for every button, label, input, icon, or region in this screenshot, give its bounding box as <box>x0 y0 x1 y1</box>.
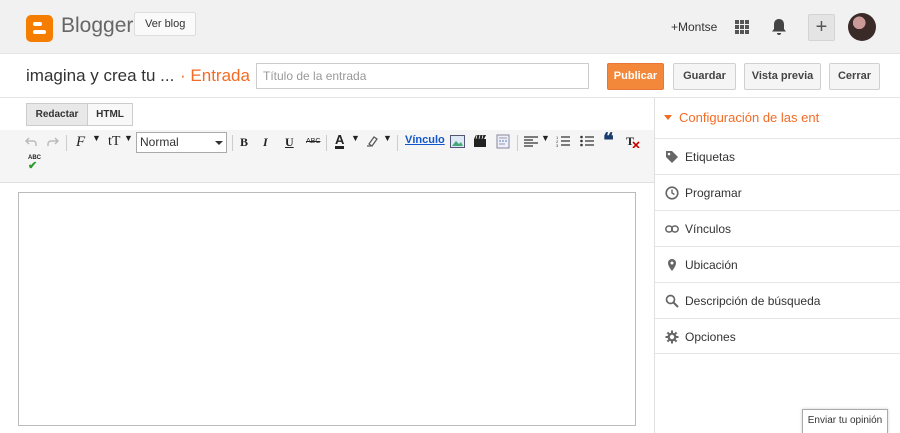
tab-compose[interactable]: Redactar <box>26 103 88 126</box>
blogger-logo-icon[interactable] <box>26 15 53 42</box>
chevron-down-icon <box>215 141 223 145</box>
italic-button[interactable]: I <box>263 135 268 150</box>
search-icon <box>665 294 679 308</box>
paragraph-format-select[interactable]: Normal <box>136 132 227 153</box>
align-arrow-icon[interactable]: ▼ <box>541 133 550 143</box>
insert-jump-break-icon[interactable] <box>496 134 510 149</box>
sidebar-item-search-description[interactable]: Descripción de búsqueda <box>655 282 900 318</box>
paragraph-format-value: Normal <box>140 135 179 149</box>
align-icon[interactable] <box>524 136 538 147</box>
highlight-arrow-icon[interactable]: ▼ <box>383 133 392 143</box>
send-feedback-button[interactable]: Enviar tu opinión <box>802 409 888 433</box>
sidebar-item-label: Vínculos <box>685 222 732 236</box>
font-size-icon[interactable]: tT <box>108 134 120 150</box>
check-icon: ✔ <box>28 160 38 172</box>
svg-text:T: T <box>626 134 634 148</box>
highlight-color-icon[interactable] <box>366 135 380 147</box>
post-title-bar: imagina y crea tu ... · Entrada Publicar… <box>0 55 900 98</box>
close-button[interactable]: Cerrar <box>829 63 880 90</box>
formatting-toolbar: F ▼ tT ▼ Normal B I U ABC A ▼ ▼ Vínculo … <box>0 130 654 183</box>
section-label: · Entrada <box>180 66 250 86</box>
publish-button[interactable]: Publicar <box>607 63 664 90</box>
sidebar-item-location[interactable]: Ubicación <box>655 246 900 282</box>
location-pin-icon <box>668 259 676 271</box>
underline-button[interactable]: U <box>285 135 294 150</box>
sidebar-item-label: Ubicación <box>685 258 738 272</box>
editor-area: Redactar HTML F ▼ tT ▼ Normal B I U ABC … <box>0 98 654 433</box>
apps-grid-icon[interactable] <box>735 20 749 34</box>
sidebar-item-label: Descripción de búsqueda <box>685 294 821 308</box>
redo-icon[interactable] <box>47 137 59 147</box>
top-bar: Blogger Ver blog +Montse + <box>0 0 900 54</box>
link-icon <box>665 225 679 233</box>
collapse-triangle-icon <box>664 115 672 120</box>
numbered-list-icon[interactable]: 123 <box>556 135 570 147</box>
bold-button[interactable]: B <box>240 135 248 150</box>
text-color-icon[interactable]: A <box>335 133 345 149</box>
strikethrough-button[interactable]: ABC <box>306 138 320 145</box>
font-dropdown-arrow-icon[interactable]: ▼ <box>92 133 101 143</box>
avatar[interactable] <box>848 13 876 41</box>
notifications-bell-icon[interactable] <box>771 18 787 36</box>
undo-icon[interactable] <box>25 137 37 147</box>
gear-icon <box>665 330 679 344</box>
share-plus-button[interactable]: + <box>808 14 835 41</box>
size-dropdown-arrow-icon[interactable]: ▼ <box>124 133 133 143</box>
svg-text:3: 3 <box>556 143 559 147</box>
insert-video-icon[interactable] <box>473 134 487 148</box>
post-settings-sidebar: Configuración de las ent Etiquetas Progr… <box>654 98 900 433</box>
sidebar-item-labels[interactable]: Etiquetas <box>655 138 900 174</box>
insert-link-button[interactable]: Vínculo <box>405 134 445 146</box>
save-button[interactable]: Guardar <box>673 63 736 90</box>
clock-icon <box>665 186 679 200</box>
sidebar-item-options[interactable]: Opciones <box>655 318 900 354</box>
sidebar-item-label: Etiquetas <box>685 150 736 164</box>
view-blog-button[interactable]: Ver blog <box>134 12 197 36</box>
post-title-input[interactable] <box>256 63 589 89</box>
bullet-list-icon[interactable] <box>580 135 594 147</box>
text-color-arrow-icon[interactable]: ▼ <box>351 133 360 143</box>
blog-name[interactable]: imagina y crea tu ... <box>26 66 174 86</box>
insert-image-icon[interactable] <box>450 135 465 148</box>
post-body-editor[interactable] <box>18 192 636 426</box>
spellcheck-button[interactable]: ABC ✔ <box>28 155 41 172</box>
tab-html[interactable]: HTML <box>87 103 133 126</box>
post-settings-header[interactable]: Configuración de las ent <box>655 98 900 138</box>
sidebar-item-schedule[interactable]: Programar <box>655 174 900 210</box>
blockquote-icon[interactable]: ❝ <box>603 130 614 152</box>
preview-button[interactable]: Vista previa <box>744 63 821 90</box>
tag-icon <box>666 151 678 163</box>
post-settings-title: Configuración de las ent <box>679 110 820 125</box>
user-profile-link[interactable]: +Montse <box>671 20 717 34</box>
clear-formatting-icon[interactable]: T <box>626 134 640 148</box>
font-family-icon[interactable]: F <box>76 134 85 151</box>
breadcrumb-separator: · <box>180 66 186 85</box>
sidebar-item-label: Programar <box>685 186 742 200</box>
sidebar-item-label: Opciones <box>685 330 736 344</box>
section-name: Entrada <box>190 66 250 85</box>
brand-name[interactable]: Blogger <box>61 14 133 38</box>
sidebar-item-links[interactable]: Vínculos <box>655 210 900 246</box>
